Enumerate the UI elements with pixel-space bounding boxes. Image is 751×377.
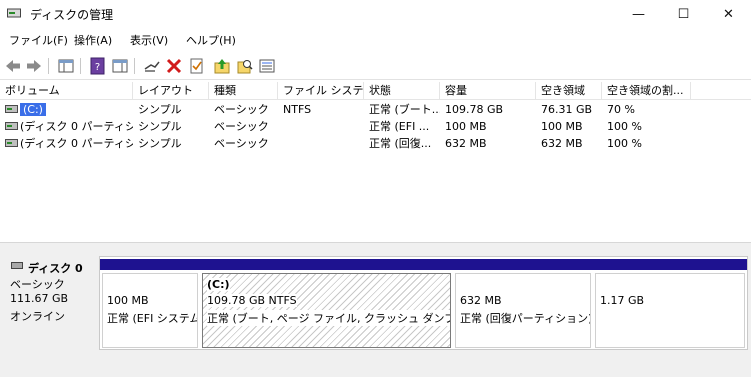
partition-bar — [200, 259, 453, 270]
partition-size: 100 MB — [107, 294, 149, 307]
partition-title: (C:) — [207, 278, 230, 291]
connect-icon[interactable] — [143, 57, 161, 75]
partition-recovery[interactable]: 632 MB 正常 (回復パーティション) — [453, 257, 593, 351]
help-icon[interactable]: ? — [89, 57, 107, 75]
filesystem-cell: NTFS — [283, 103, 312, 116]
disk-type: ベーシック — [10, 278, 65, 291]
menu-action[interactable]: 操作(A) — [74, 32, 112, 48]
layout-cell: シンプル — [138, 137, 182, 150]
free-space-cell: 100 MB — [541, 120, 583, 133]
free-space-cell: 632 MB — [541, 137, 583, 150]
toolbar-separator — [134, 58, 135, 74]
partition-size: 632 MB — [460, 294, 502, 307]
layout-cell: シンプル — [138, 103, 182, 116]
type-cell: ベーシック — [214, 103, 269, 116]
minimize-icon: — — [632, 6, 645, 22]
volume-list-header: ボリューム レイアウト 種類 ファイル システム 状態 容量 空き領域 空き領域… — [0, 82, 751, 100]
disk-icon — [11, 262, 23, 269]
svg-text:?: ? — [95, 62, 100, 73]
partition-body: 632 MB 正常 (回復パーティション) — [455, 273, 591, 348]
table-row[interactable]: (ディスク 0 パーティシ... シンプル ベーシック 正常 (EFI ... … — [0, 118, 751, 135]
volume-icon — [5, 122, 18, 130]
toolbar-separator — [80, 58, 81, 74]
column-header-free-space[interactable]: 空き領域 — [536, 82, 602, 100]
column-header-layout[interactable]: レイアウト — [133, 82, 209, 100]
volume-list: ボリューム レイアウト 種類 ファイル システム 状態 容量 空き領域 空き領域… — [0, 82, 751, 242]
partition-bar — [593, 259, 747, 270]
console-tree-icon[interactable] — [57, 57, 75, 75]
table-row[interactable]: (C:) シンプル ベーシック NTFS 正常 (ブート... 109.78 G… — [0, 101, 751, 118]
column-header-status[interactable]: 状態 — [364, 82, 440, 100]
maximize-button[interactable]: ☐ — [661, 0, 706, 28]
layout-cell: シンプル — [138, 120, 182, 133]
maximize-icon: ☐ — [677, 6, 690, 22]
volume-name-cell: (C:) — [18, 101, 133, 118]
percent-free-cell: 100 % — [607, 120, 642, 133]
percent-free-cell: 100 % — [607, 137, 642, 150]
disk-status: オンライン — [10, 310, 65, 323]
partition-efi[interactable]: 100 MB 正常 (EFI システム — [100, 257, 200, 351]
partition-status: 正常 (EFI システム — [107, 312, 198, 325]
partition-size: 1.17 GB — [600, 294, 645, 307]
column-header-volume[interactable]: ボリューム — [0, 82, 133, 100]
menu-help[interactable]: ヘルプ(H) — [186, 32, 236, 48]
column-header-type[interactable]: 種類 — [209, 82, 278, 100]
free-space-cell: 76.31 GB — [541, 103, 593, 116]
disk-size: 111.67 GB — [10, 292, 69, 305]
partition-status: 正常 (ブート, ページ ファイル, クラッシュ ダンプ, ベーシ — [207, 310, 450, 326]
partition-unlabeled[interactable]: 1.17 GB — [593, 257, 747, 351]
forward-icon[interactable] — [25, 57, 43, 75]
menu-bar: ファイル(F) 操作(A) 表示(V) ヘルプ(H) — [0, 28, 751, 50]
minimize-button[interactable]: — — [616, 0, 661, 28]
search-icon[interactable] — [236, 57, 254, 75]
column-header-capacity[interactable]: 容量 — [440, 82, 536, 100]
volume-name: (ディスク 0 パーティシ... — [20, 120, 133, 133]
partition-body: (C:) 109.78 GB NTFS 正常 (ブート, ページ ファイル, ク… — [202, 273, 451, 348]
disk-name: ディスク 0 — [28, 262, 83, 275]
partition-body: 1.17 GB — [595, 273, 745, 348]
volume-icon — [5, 139, 18, 147]
menu-file[interactable]: ファイル(F) — [9, 32, 68, 48]
menu-view[interactable]: 表示(V) — [130, 32, 168, 48]
partition-c[interactable]: (C:) 109.78 GB NTFS 正常 (ブート, ページ ファイル, ク… — [200, 257, 453, 351]
disk-graph-view: ディスク 0 ベーシック 111.67 GB オンライン 100 MB 正常 (… — [0, 246, 751, 377]
partition-bar — [453, 259, 593, 270]
partition-status: 正常 (回復パーティション) — [460, 312, 591, 325]
status-cell: 正常 (ブート... — [369, 103, 440, 116]
type-cell: ベーシック — [214, 137, 269, 150]
up-icon[interactable] — [213, 57, 231, 75]
list-icon[interactable] — [258, 57, 276, 75]
capacity-cell: 109.78 GB — [445, 103, 504, 116]
capacity-cell: 632 MB — [445, 137, 487, 150]
disk-management-app-icon — [7, 8, 21, 18]
capacity-cell: 100 MB — [445, 120, 487, 133]
percent-free-cell: 70 % — [607, 103, 635, 116]
disk-partition-area: 100 MB 正常 (EFI システム (C:) 109.78 GB NTFS … — [99, 256, 748, 350]
close-icon: ✕ — [723, 6, 734, 22]
check-icon[interactable] — [188, 57, 206, 75]
column-header-filesystem[interactable]: ファイル システム — [278, 82, 364, 100]
delete-icon[interactable] — [165, 57, 183, 75]
filesystem-cell — [278, 118, 364, 135]
volume-name: (ディスク 0 パーティシ... — [20, 137, 133, 150]
toolbar-separator — [48, 58, 49, 74]
status-cell: 正常 (EFI ... — [369, 120, 430, 133]
type-cell: ベーシック — [214, 120, 269, 133]
toolbar: ? — [0, 52, 751, 80]
partition-body: 100 MB 正常 (EFI システム — [102, 273, 198, 348]
partition-size: 109.78 GB NTFS — [207, 294, 297, 307]
volume-icon — [5, 105, 18, 113]
partition-bar — [100, 259, 200, 270]
properties-panel-icon[interactable] — [111, 57, 129, 75]
filesystem-cell — [278, 135, 364, 152]
column-header-percent-free[interactable]: 空き領域の割... — [602, 82, 691, 100]
table-row[interactable]: (ディスク 0 パーティシ... シンプル ベーシック 正常 (回復... 63… — [0, 135, 751, 152]
back-icon[interactable] — [4, 57, 22, 75]
status-cell: 正常 (回復... — [369, 137, 432, 150]
close-button[interactable]: ✕ — [706, 0, 751, 28]
title-bar: ディスクの管理 — ☐ ✕ — [0, 0, 751, 28]
volume-name: (C:) — [20, 103, 46, 116]
disk-info-panel[interactable]: ディスク 0 ベーシック 111.67 GB オンライン — [4, 256, 97, 350]
window-title: ディスクの管理 — [30, 8, 114, 22]
